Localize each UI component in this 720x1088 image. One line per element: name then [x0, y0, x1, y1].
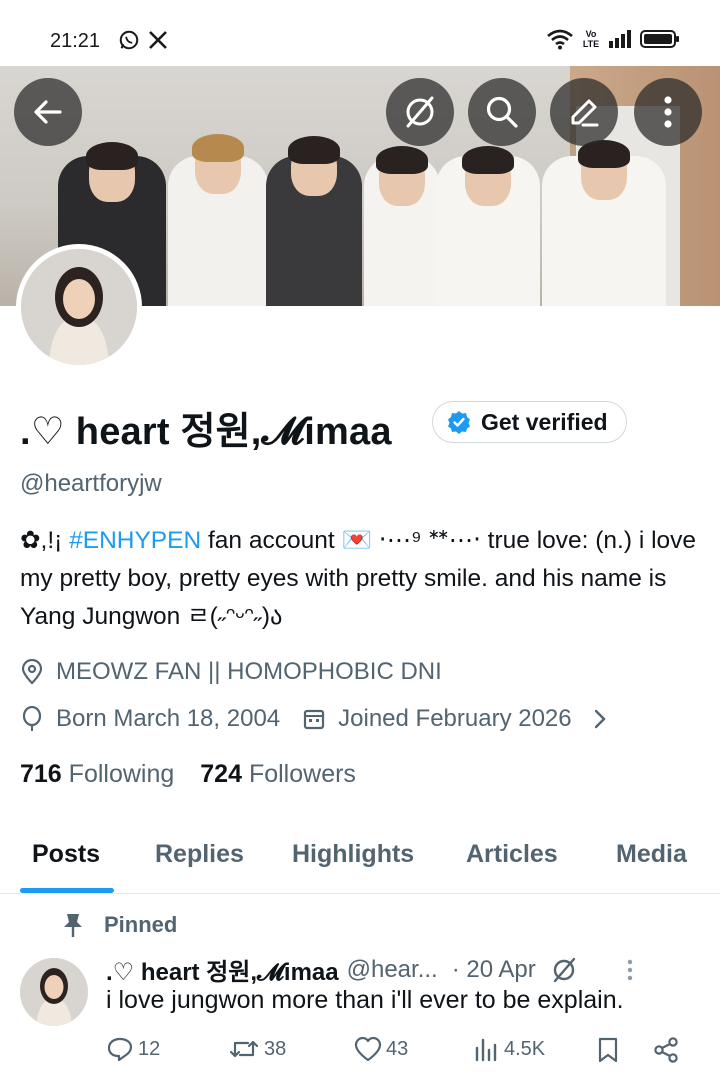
bio-hashtag-link[interactable]: #ENHYPEN — [69, 527, 201, 554]
get-verified-label: Get verified — [481, 408, 608, 435]
status-bar: 21:21 Vo LTE — [0, 0, 720, 66]
tab-highlights[interactable]: Highlights — [292, 840, 414, 869]
views-button[interactable]: 4.5K — [474, 1036, 545, 1062]
pinned-label: Pinned — [104, 912, 178, 937]
share-icon — [654, 1037, 678, 1063]
following-count: 716 — [20, 760, 62, 788]
back-button[interactable] — [14, 78, 82, 146]
status-time: 21:21 — [50, 30, 101, 52]
edit-icon — [571, 99, 599, 127]
follow-counts: 716 Following 724 Followers — [20, 760, 356, 789]
share-button[interactable] — [652, 1036, 680, 1064]
post-header: .♡ heart 정원,𝓜imaa @hear... · 20 Apr — [106, 952, 634, 987]
profile-avatar[interactable] — [16, 244, 142, 370]
post-text: i love jungwon more than i'll ever to be… — [106, 986, 624, 1014]
arrow-left-icon — [34, 100, 62, 124]
following-label: Following — [68, 760, 175, 788]
location-pin-icon — [21, 659, 43, 685]
profile-bio: ✿,!¡ #ENHYPEN fan account 💌 ‧⋯⁹ ᕯ⋯‧ true… — [20, 522, 700, 636]
status-notification-icons — [118, 29, 168, 51]
x-logo-icon — [149, 31, 167, 49]
bookmark-button[interactable] — [596, 1036, 620, 1064]
post-grok-icon[interactable] — [550, 956, 578, 984]
repost-button[interactable]: 38 — [228, 1036, 286, 1062]
banner-person-4 — [364, 146, 440, 306]
pin-icon — [64, 914, 82, 937]
whatsapp-icon — [119, 30, 139, 50]
tab-articles[interactable]: Articles — [466, 840, 558, 869]
battery-icon — [640, 30, 679, 48]
post-actions: 12 38 43 4.5K — [106, 1036, 686, 1076]
profile-name-row: .♡ heart 정원,𝓜imaa — [20, 400, 392, 455]
banner-person-6 — [542, 140, 666, 306]
display-name: .♡ heart 정원,𝓜imaa — [20, 411, 392, 453]
views-count: 4.5K — [504, 1037, 546, 1060]
active-tab-indicator — [20, 888, 114, 893]
repost-icon — [229, 1040, 259, 1058]
wifi-icon — [547, 29, 573, 50]
grok-icon — [406, 96, 434, 128]
tab-posts[interactable]: Posts — [32, 840, 100, 869]
banner-person-5 — [436, 146, 540, 306]
followers-link[interactable]: 724 Followers — [200, 760, 356, 789]
reply-icon — [107, 1037, 133, 1062]
search-button[interactable] — [468, 78, 536, 146]
reply-count: 12 — [138, 1037, 161, 1060]
banner-person-2 — [168, 134, 268, 306]
like-count: 43 — [386, 1037, 409, 1060]
verified-badge-icon — [448, 411, 470, 434]
volte-icon: Vo LTE — [582, 29, 600, 49]
born-date-text: Born March 18, 2004 — [56, 705, 281, 732]
heart-icon — [354, 1036, 382, 1062]
edit-button[interactable] — [550, 78, 618, 146]
get-verified-button[interactable]: Get verified — [432, 401, 627, 443]
location-text: MEOWZ FAN || HOMOPHOBIC DNI — [56, 658, 442, 685]
bio-prefix: ✿,!¡ — [20, 527, 70, 554]
pinned-label-row: Pinned — [62, 912, 177, 938]
bookmark-icon — [598, 1037, 618, 1063]
balloon-icon — [22, 706, 42, 731]
post-date[interactable]: · 20 Apr — [452, 956, 536, 984]
profile-tabs: Posts Replies Highlights Articles Media — [0, 830, 720, 894]
profile-handle: @heartforyjw — [20, 470, 162, 497]
search-icon — [486, 96, 518, 128]
tab-replies[interactable]: Replies — [155, 840, 244, 869]
more-options-button[interactable] — [634, 78, 702, 146]
profile-location: MEOWZ FAN || HOMOPHOBIC DNI — [20, 658, 442, 686]
joined-date-text: Joined February 2026 — [338, 705, 572, 732]
more-vertical-icon — [664, 96, 672, 128]
grok-button[interactable] — [386, 78, 454, 146]
post-avatar-photo — [20, 958, 88, 1026]
followers-count: 724 — [200, 760, 242, 788]
followers-label: Followers — [248, 760, 356, 788]
status-system-icons: Vo LTE — [546, 28, 680, 50]
signal-icon — [609, 30, 631, 48]
post-author-name[interactable]: .♡ heart 정원,𝓜imaa — [106, 952, 339, 987]
chevron-right-icon[interactable] — [590, 708, 610, 730]
calendar-icon — [304, 709, 325, 730]
banner-person-3 — [266, 136, 362, 306]
post-author-avatar[interactable] — [20, 958, 88, 1026]
post-more-icon[interactable] — [626, 959, 634, 981]
reply-button[interactable]: 12 — [106, 1036, 160, 1062]
like-button[interactable]: 43 — [354, 1036, 408, 1062]
following-link[interactable]: 716 Following — [20, 760, 174, 789]
profile-dates: Born March 18, 2004 Joined February 2026 — [20, 705, 622, 733]
views-chart-icon — [475, 1038, 497, 1062]
repost-count: 38 — [264, 1037, 287, 1060]
post-author-handle[interactable]: @hear... — [347, 956, 438, 984]
avatar-photo — [21, 249, 137, 365]
tab-media[interactable]: Media — [616, 840, 687, 869]
